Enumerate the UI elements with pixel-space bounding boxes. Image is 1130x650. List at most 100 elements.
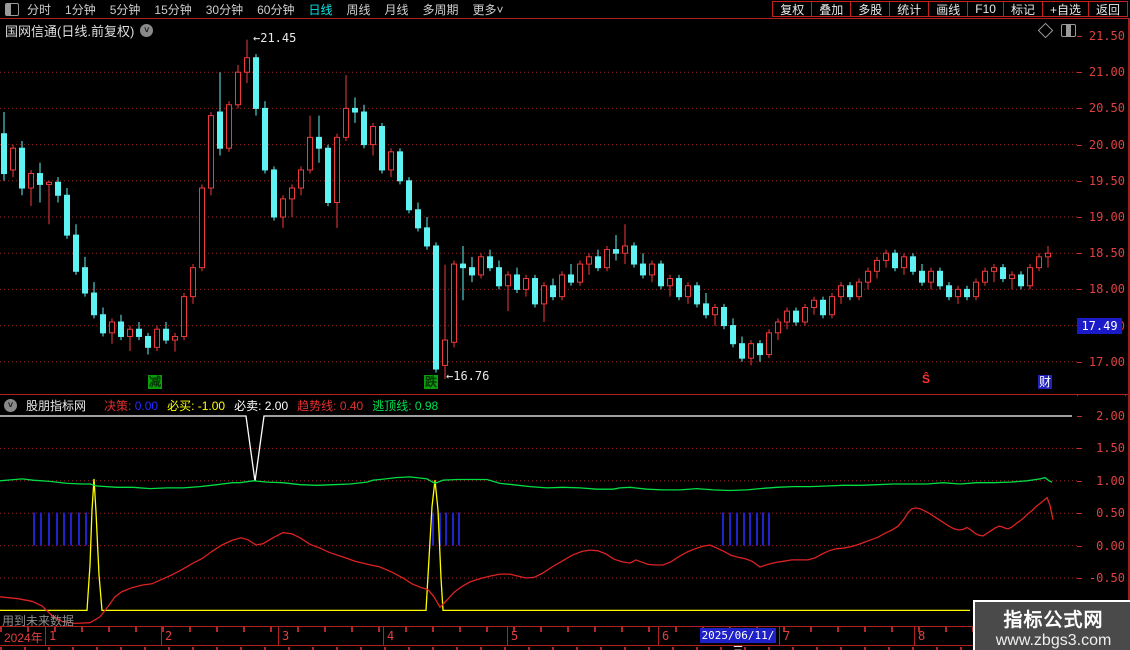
price-label-21.00: 21.00 (1088, 65, 1125, 80)
indicator-field-label-2: 必买: (167, 398, 195, 413)
price-label-19.00: 19.00 (1088, 210, 1125, 224)
indicator-field-label-3: 必卖: (234, 398, 262, 413)
chart-title-row: 国网信通(日线.前复权) ˅ (5, 21, 154, 40)
indicator-name[interactable]: 股朋指标网 (26, 397, 86, 414)
watermark: 指标公式网 www.zbgs3.com (973, 600, 1130, 650)
period-tab-2[interactable]: 1分钟 (65, 1, 96, 18)
price-label-18.50: 18.50 (1088, 246, 1125, 261)
indicator-field-label-4: 趋势线: (297, 398, 337, 413)
indicator-tick (1077, 513, 1082, 515)
series-趋势线 (0, 496, 1054, 625)
high-price-annotation: ←21.45 (253, 31, 297, 45)
indicator-values: 决策: 0.00 必买: -1.00 必卖: 2.00 趋势线: 0.40 逃顶线: 0… (95, 397, 438, 414)
month-divider (45, 627, 46, 645)
period-tab-9[interactable]: 月线 (385, 1, 409, 18)
diamond-icon[interactable] (1037, 22, 1054, 39)
series-逃顶线 (0, 476, 1053, 492)
price-tick (1077, 361, 1082, 363)
indicator-field-value-3: 2.00 (261, 398, 289, 413)
indicator-field-value-4: 0.40 (336, 398, 364, 413)
period-tab-5[interactable]: 30分钟 (206, 1, 243, 18)
toolbar-button-叠加[interactable]: 叠加 (812, 1, 852, 17)
toolbar-button-统计[interactable]: 统计 (890, 1, 930, 17)
period-tab-10[interactable]: 多周期 (423, 1, 459, 18)
stock-title: 国网信通(日线.前复权) (5, 24, 135, 39)
candlestick-chart[interactable] (0, 18, 1077, 395)
cursor-date-tag: 2025/06/11/三 (700, 628, 776, 650)
toolbar-button-F10[interactable]: F10 (968, 1, 1004, 17)
reduce-marker: 减 (148, 375, 162, 389)
indicator-chevron-icon[interactable]: ˅ (4, 398, 17, 412)
period-tab-3[interactable]: 5分钟 (110, 1, 141, 18)
indicator-tick (1077, 448, 1082, 450)
indicator-label-0.00: 0.00 (1096, 538, 1125, 553)
month-divider (779, 627, 780, 645)
year-label: 2024年 (4, 631, 43, 645)
toolbar-button-返回[interactable]: 返回 (1088, 1, 1128, 17)
period-menu: 分时 1分钟 5分钟 15分钟 30分钟 60分钟 日线 周线 月线 多周期 更多˅ (27, 1, 504, 18)
price-label-17.00: 17.00 (1088, 354, 1125, 369)
toolbar-button-标记[interactable]: 标记 (1003, 1, 1043, 17)
decision-bars (33, 512, 770, 546)
indicator-gridlines (0, 447, 1077, 579)
period-tab-4[interactable]: 15分钟 (154, 1, 191, 18)
price-axis: 21.50 21.00 20.50 20.00 19.50 19.00 18.50 18.00… (1077, 18, 1130, 394)
indicator-tick (1077, 416, 1082, 417)
indicator-field-value-1: 0.00 (131, 398, 159, 413)
month-divider (383, 627, 384, 645)
toolbar-buttons: 复权 叠加 多股 统计 画线 F10 标记 +自选 返回 (772, 1, 1128, 17)
chart-corner-icons (1037, 22, 1076, 39)
month-divider (278, 627, 279, 645)
month-label-2: 2 (165, 629, 173, 643)
indicator-field-label-5: 逃顶线: (372, 398, 412, 413)
price-label-20.50: 20.50 (1088, 101, 1125, 116)
price-tick (1077, 180, 1082, 182)
month-divider (161, 627, 162, 645)
period-tab-6[interactable]: 60分钟 (257, 1, 294, 18)
indicator-label-2.00: 2.00 (1096, 409, 1125, 423)
panel-separator (0, 394, 1130, 395)
period-tab-7[interactable]: 日线 (308, 1, 332, 18)
indicator-bottom-border (0, 626, 1094, 627)
series-必买 (0, 478, 970, 612)
indicator-axis: 2.00 1.50 1.00 0.50 0.00 -0.50 (1077, 396, 1130, 626)
toolbar-button-复权[interactable]: 复权 (772, 1, 813, 17)
toolbar-button-多股[interactable]: 多股 (851, 1, 891, 17)
split-view-icon[interactable] (1061, 24, 1076, 37)
price-label-21.50: 21.50 (1088, 29, 1125, 43)
month-label-6: 6 (662, 629, 670, 643)
time-axis-bottom-border (0, 645, 1094, 646)
price-tick (1077, 217, 1082, 218)
time-axis[interactable]: 2024年 1 2 3 4 5 6 7 8 (0, 627, 1094, 645)
price-tick (1077, 144, 1082, 146)
indicator-header: ˅ 股朋指标网 决策: 0.00 必买: -1.00 必卖: 2.00 趋势线: 0.… (4, 397, 438, 413)
price-gridlines (0, 71, 1077, 363)
month-divider (507, 627, 508, 645)
indicator-label-1.50: 1.50 (1096, 441, 1125, 456)
s-signal-marker: Ŝ (922, 372, 931, 386)
trading-terminal-window: 分时 1分钟 5分钟 15分钟 30分钟 60分钟 日线 周线 月线 多周期 更多˅ 复权 叠加 多股统… (0, 0, 1130, 650)
month-label-3: 3 (282, 629, 290, 643)
chevron-down-icon[interactable]: ˅ (140, 24, 154, 37)
low-price-annotation: ←16.76 (446, 369, 490, 383)
indicator-field-value-2: -1.00 (194, 398, 226, 413)
period-tab-1[interactable]: 分时 (27, 1, 51, 18)
period-tab-11[interactable]: 更多˅ (473, 1, 504, 18)
indicator-field-label-1: 决策: (104, 398, 132, 413)
month-divider (658, 627, 659, 645)
period-tab-8[interactable]: 周线 (346, 1, 370, 18)
price-label-19.50: 19.50 (1088, 173, 1125, 188)
toolbar-button-画线[interactable]: 画线 (929, 1, 969, 17)
indicator-label--0.50: -0.50 (1088, 571, 1125, 585)
price-tick (1077, 289, 1082, 291)
indicator-chart[interactable] (0, 415, 1077, 626)
month-label-8: 8 (918, 629, 926, 643)
layout-icon[interactable] (5, 2, 19, 16)
month-label-1: 1 (49, 629, 57, 643)
indicator-label-0.50: 0.50 (1096, 506, 1125, 521)
wealth-marker: 财 (1038, 375, 1053, 389)
toolbar-button-+自选[interactable]: +自选 (1042, 1, 1089, 17)
indicator-tick (1077, 578, 1082, 579)
month-label-5: 5 (511, 629, 519, 643)
indicator-tick (1077, 480, 1082, 482)
